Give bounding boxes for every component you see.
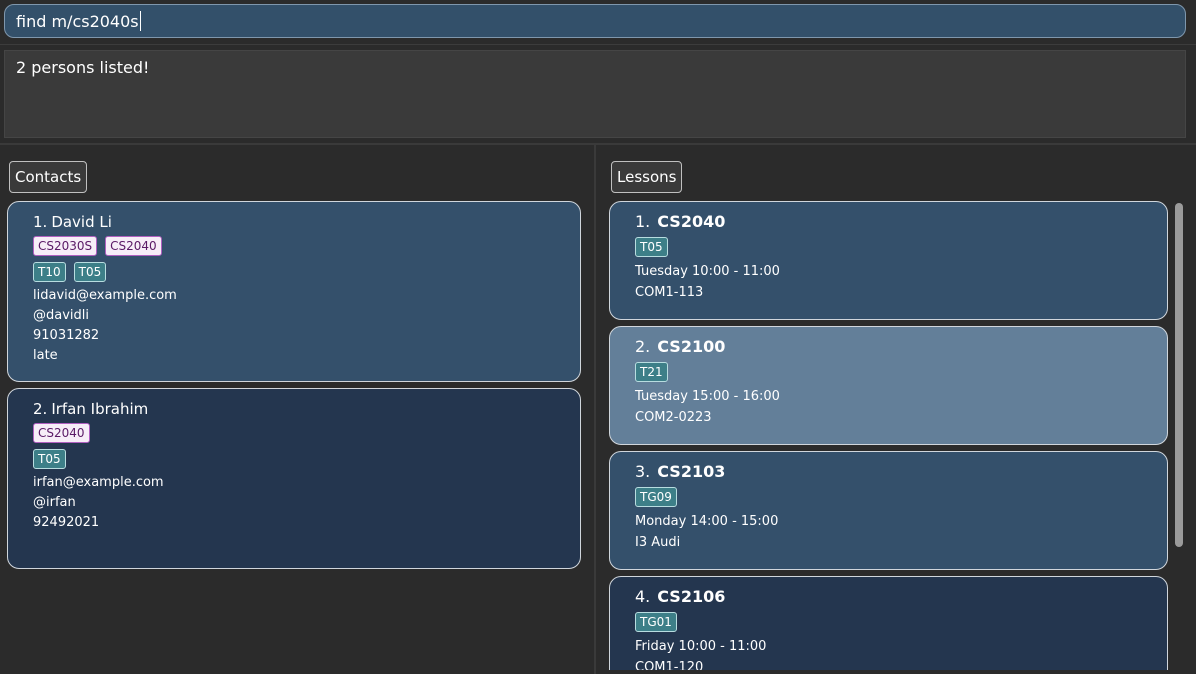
lesson-code: CS2106 xyxy=(657,587,726,606)
lesson-card[interactable]: 4. CS2106 TG01 Friday 10:00 - 11:00 COM1-… xyxy=(609,576,1168,670)
lessons-list[interactable]: 1. CS2040 T05 Tuesday 10:00 - 11:00 COM1-… xyxy=(600,196,1175,670)
lesson-code: CS2100 xyxy=(657,337,726,356)
lesson-tags: T21 xyxy=(635,362,1142,383)
lesson-index: 1. xyxy=(635,212,651,231)
lesson-code: CS2040 xyxy=(657,212,726,231)
lessons-label-text: Lessons xyxy=(617,168,677,186)
contact-index: 2. xyxy=(33,400,48,418)
command-input[interactable]: find m/cs2040s xyxy=(4,4,1186,38)
lesson-venue: COM2-0223 xyxy=(635,410,712,425)
result-message: 2 persons listed! xyxy=(16,58,150,77)
contact-name: 1. David Li xyxy=(33,213,555,231)
lesson-card[interactable]: 3. CS2103 TG09 Monday 14:00 - 15:00 I3 Au… xyxy=(609,451,1168,570)
lesson-time: 10:00 - 11:00 xyxy=(692,264,780,279)
command-text: find m/cs2040s xyxy=(16,11,139,31)
lesson-schedule: Friday 10:00 - 11:00 xyxy=(635,637,1142,657)
lesson-tags: TG01 xyxy=(635,612,1142,633)
contact-email: lidavid@example.com xyxy=(33,288,177,303)
lesson-tags: TG09 xyxy=(635,487,1142,508)
lesson-day: Tuesday xyxy=(635,389,688,404)
lesson-day: Monday xyxy=(635,514,687,529)
divider xyxy=(0,143,1196,145)
tutorial-tag: T10 xyxy=(33,262,66,282)
lessons-scrollbar-thumb[interactable] xyxy=(1175,203,1183,547)
lesson-time: 15:00 - 16:00 xyxy=(692,389,780,404)
lesson-tag: TG01 xyxy=(635,612,677,632)
lesson-title: 1. CS2040 xyxy=(635,213,1142,231)
contact-remark: late xyxy=(33,348,58,363)
lesson-schedule: Tuesday 15:00 - 16:00 xyxy=(635,387,1142,407)
contact-card[interactable]: 2. Irfan Ibrahim CS2040 T05 irfan@example… xyxy=(7,388,581,569)
contact-phone: 92492021 xyxy=(33,515,100,530)
module-tags: CS2040 xyxy=(33,423,555,444)
tutorial-tag: T05 xyxy=(73,262,107,282)
module-tags: CS2030S CS2040 xyxy=(33,236,555,257)
lesson-venue: COM1-120 xyxy=(635,660,704,670)
lesson-title: 3. CS2103 xyxy=(635,463,1142,481)
contact-telegram: @irfan xyxy=(33,495,76,510)
module-tag: CS2030S xyxy=(33,236,98,256)
lesson-index: 4. xyxy=(635,587,651,606)
contact-name-text: Irfan Ibrahim xyxy=(51,400,149,418)
tutorial-tags: T05 xyxy=(33,449,555,470)
lesson-tag: T05 xyxy=(635,237,668,257)
tutorial-tag: T05 xyxy=(33,449,66,469)
contact-email: irfan@example.com xyxy=(33,475,164,490)
divider xyxy=(0,44,1196,45)
lessons-panel-label: Lessons xyxy=(611,161,683,193)
lesson-tag: T21 xyxy=(635,362,668,382)
lesson-index: 2. xyxy=(635,337,651,356)
lesson-schedule: Tuesday 10:00 - 11:00 xyxy=(635,262,1142,282)
lesson-day: Friday xyxy=(635,639,675,654)
lesson-card-selected[interactable]: 2. CS2100 T21 Tuesday 15:00 - 16:00 COM2-… xyxy=(609,326,1168,445)
lesson-day: Tuesday xyxy=(635,264,688,279)
lesson-index: 3. xyxy=(635,462,651,481)
module-tag: CS2040 xyxy=(33,423,90,443)
contact-name: 2. Irfan Ibrahim xyxy=(33,400,555,418)
contact-name-text: David Li xyxy=(51,213,112,231)
contact-card[interactable]: 1. David Li CS2030S CS2040 T10 T05 lidavi… xyxy=(7,201,581,382)
result-display: 2 persons listed! xyxy=(4,50,1186,138)
tutorial-tags: T10 T05 xyxy=(33,262,555,283)
lesson-card[interactable]: 1. CS2040 T05 Tuesday 10:00 - 11:00 COM1-… xyxy=(609,201,1168,320)
panel-splitter[interactable] xyxy=(594,145,596,674)
module-tag: CS2040 xyxy=(105,236,162,256)
contact-telegram: @davidli xyxy=(33,308,89,323)
lesson-schedule: Monday 14:00 - 15:00 xyxy=(635,512,1142,532)
lesson-time: 14:00 - 15:00 xyxy=(690,514,779,529)
lesson-venue: I3 Audi xyxy=(635,535,681,550)
contact-index: 1. xyxy=(33,213,48,231)
lesson-venue: COM1-113 xyxy=(635,285,704,300)
lesson-tag: TG09 xyxy=(635,487,677,507)
lesson-title: 2. CS2100 xyxy=(635,338,1142,356)
contact-phone: 91031282 xyxy=(33,328,100,343)
lesson-title: 4. CS2106 xyxy=(635,588,1142,606)
lesson-code: CS2103 xyxy=(657,462,726,481)
lesson-time: 10:00 - 11:00 xyxy=(678,639,767,654)
text-caret xyxy=(139,11,141,31)
lesson-tags: T05 xyxy=(635,237,1142,258)
contacts-label-text: Contacts xyxy=(15,168,82,186)
contacts-panel-label: Contacts xyxy=(9,161,88,193)
